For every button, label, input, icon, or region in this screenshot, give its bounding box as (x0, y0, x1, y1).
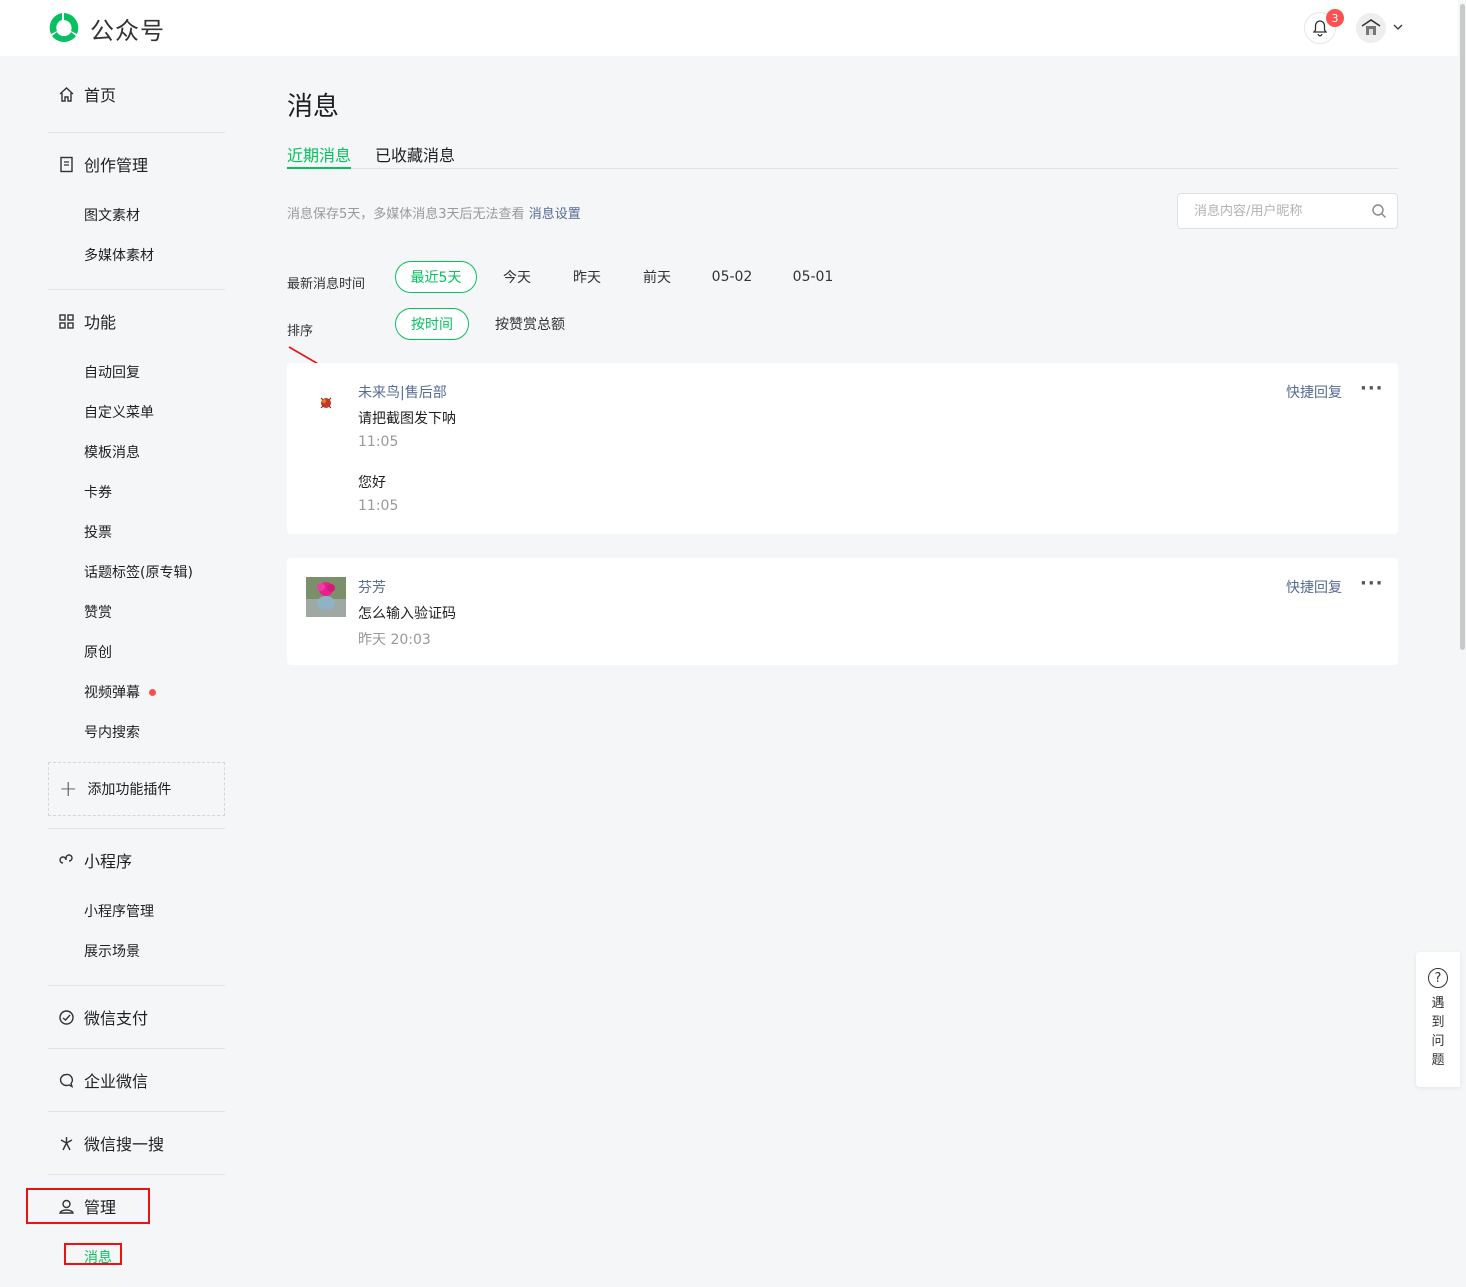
sidebar-item-auto-reply[interactable]: 自动回复 (48, 352, 225, 392)
document-icon (58, 156, 75, 173)
sidebar-item-custom-menu[interactable]: 自定义菜单 (48, 392, 225, 432)
message-card: 未来鸟|售后部 请把截图发下呐 11:05 您好 11:05 快捷回复 ··· (287, 363, 1398, 534)
logo-icon (49, 13, 79, 43)
sidebar-item-label: 小程序 (84, 852, 133, 871)
account-avatar[interactable] (1356, 13, 1386, 43)
retention-note: 消息保存5天，多媒体消息3天后无法查看 消息设置 (287, 203, 581, 222)
pay-icon (58, 1009, 75, 1026)
question-icon: ? (1428, 968, 1448, 988)
sidebar-item-label: 微信搜一搜 (84, 1135, 165, 1154)
sidebar-item-original[interactable]: 原创 (48, 632, 225, 672)
sidebar-item-media-material[interactable]: 多媒体素材 (48, 235, 225, 275)
sidebar-item-template-message[interactable]: 模板消息 (48, 432, 225, 472)
sort-chip-by-reward[interactable]: 按赞赏总额 (490, 308, 570, 340)
mini-program-icon (58, 852, 75, 869)
filter-chip-last-5-days[interactable]: 最近5天 (395, 261, 477, 293)
sidebar-item-wecom[interactable]: 企业微信 (48, 1049, 225, 1111)
sidebar-item-reward[interactable]: 赞赏 (48, 592, 225, 632)
message-text: 您好 (358, 475, 386, 491)
page-title: 消息 (287, 92, 340, 122)
sidebar-item-label: 功能 (84, 313, 117, 332)
sidebar-item-mini-mgmt[interactable]: 小程序管理 (48, 891, 225, 931)
sidebar-item-wechat-search[interactable]: 微信搜一搜 (48, 1112, 225, 1174)
search-star-icon (58, 1135, 75, 1152)
sidebar-item-display-scene[interactable]: 展示场景 (48, 931, 225, 971)
home-icon (58, 86, 75, 103)
chevron-down-icon[interactable] (1391, 20, 1405, 34)
highlight-box-messages (64, 1243, 122, 1265)
message-time: 11:05 (358, 434, 399, 450)
sidebar-item-home[interactable]: 首页 (48, 56, 225, 132)
filter-chip-day-before[interactable]: 前天 (635, 261, 679, 293)
add-plugin-button[interactable]: + 添加功能插件 (48, 762, 225, 816)
message-text: 请把截图发下呐 (358, 411, 456, 427)
sidebar-item-in-account-search[interactable]: 号内搜索 (48, 712, 225, 752)
sort-label: 排序 (287, 324, 314, 339)
message-time: 11:05 (358, 498, 399, 514)
sidebar-item-create-mgmt[interactable]: 创作管理 (48, 133, 225, 195)
top-bar: 公众号 3 (0, 0, 1458, 56)
sidebar: 首页 创作管理 图文素材 多媒体素材 功能 自动回复 自定义菜单 模板消息 卡券… (48, 56, 225, 1277)
sender-name[interactable]: 芬芳 (358, 577, 386, 597)
plus-icon: + (59, 776, 78, 802)
help-label: 遇到问题 (1431, 996, 1445, 1068)
flower-avatar-icon (306, 577, 346, 617)
help-widget[interactable]: ? 遇到问题 (1416, 952, 1460, 1087)
tab-bar: 近期消息 已收藏消息 (287, 140, 1398, 169)
highlight-box-manage (26, 1188, 150, 1224)
logo[interactable]: 公众号 (46, 10, 165, 46)
wecom-icon (58, 1072, 75, 1089)
message-time: 昨天 20:03 (358, 632, 431, 648)
filter-chip-05-02[interactable]: 05-02 (707, 261, 757, 293)
search-input[interactable] (1194, 203, 1359, 219)
more-options-icon[interactable]: ··· (1360, 378, 1384, 399)
notification-badge: 3 (1326, 9, 1344, 27)
more-options-icon[interactable]: ··· (1360, 573, 1384, 594)
app-name: 公众号 (90, 16, 165, 45)
sidebar-item-label: 创作管理 (84, 156, 149, 175)
bird-avatar-icon (320, 397, 332, 409)
filter-chip-today[interactable]: 今天 (495, 261, 539, 293)
sidebar-item-topic-tags[interactable]: 话题标签(原专辑) (48, 552, 225, 592)
filter-chip-yesterday[interactable]: 昨天 (565, 261, 609, 293)
sender-name[interactable]: 未来鸟|售后部 (358, 382, 447, 402)
sidebar-item-label: 企业微信 (84, 1072, 149, 1091)
quick-reply-button[interactable]: 快捷回复 (1286, 577, 1342, 597)
tab-saved-messages[interactable]: 已收藏消息 (375, 142, 455, 169)
message-settings-link[interactable]: 消息设置 (529, 207, 581, 222)
grid-icon (58, 313, 75, 330)
quick-reply-button[interactable]: 快捷回复 (1286, 382, 1342, 402)
avatar[interactable] (306, 577, 346, 617)
new-dot (149, 688, 156, 696)
sort-chip-by-time[interactable]: 按时间 (395, 308, 469, 340)
sidebar-item-wechat-pay[interactable]: 微信支付 (48, 986, 225, 1048)
sidebar-item-features[interactable]: 功能 (48, 290, 225, 352)
message-card: 芬芳 怎么输入验证码 昨天 20:03 快捷回复 ··· (287, 558, 1398, 665)
sidebar-item-coupons[interactable]: 卡券 (48, 472, 225, 512)
sidebar-item-vote[interactable]: 投票 (48, 512, 225, 552)
sidebar-item-label: 微信支付 (84, 1009, 149, 1028)
scrollbar-thumb[interactable] (1460, 4, 1465, 650)
search-box[interactable] (1177, 193, 1398, 229)
search-icon[interactable] (1371, 203, 1387, 219)
retention-note-text: 消息保存5天，多媒体消息3天后无法查看 (287, 207, 525, 222)
sidebar-item-video-danmaku[interactable]: 视频弹幕 (48, 672, 225, 712)
message-text: 怎么输入验证码 (358, 606, 456, 622)
sidebar-item-graphic-material[interactable]: 图文素材 (48, 195, 225, 235)
add-plugin-label: 添加功能插件 (87, 782, 172, 798)
sidebar-item-label: 视频弹幕 (84, 685, 140, 701)
filter-chip-05-01[interactable]: 05-01 (788, 261, 838, 293)
tab-recent-messages[interactable]: 近期消息 (287, 142, 352, 169)
building-icon (1361, 19, 1381, 35)
sidebar-item-label: 首页 (84, 86, 117, 105)
sidebar-item-mini-program[interactable]: 小程序 (48, 829, 225, 891)
time-filter-label: 最新消息时间 (287, 277, 366, 292)
avatar[interactable] (306, 383, 346, 423)
